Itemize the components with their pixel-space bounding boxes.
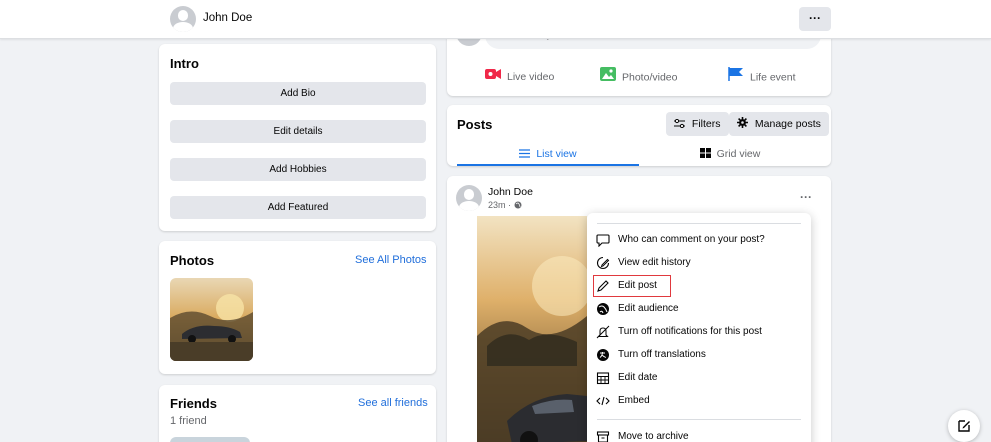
code-icon <box>596 394 610 408</box>
manage-posts-button[interactable]: Manage posts <box>729 112 829 136</box>
menu-item-turn-off-notifications[interactable]: Turn off notifications for this post <box>595 321 801 343</box>
intro-title: Intro <box>170 56 199 71</box>
edit-details-button[interactable]: Edit details <box>170 120 426 143</box>
live-video-label: Live video <box>507 71 555 83</box>
filters-button[interactable]: Filters <box>666 112 729 136</box>
see-all-photos-link[interactable]: See All Photos <box>355 254 427 266</box>
profile-avatar[interactable] <box>170 6 196 32</box>
photo-thumbnail[interactable] <box>170 278 253 361</box>
filters-label: Filters <box>691 118 721 130</box>
post-author-avatar[interactable] <box>456 185 482 211</box>
menu-item-embed[interactable]: Embed <box>595 390 801 412</box>
posts-title: Posts <box>457 117 493 132</box>
post-options-menu: Who can comment on your post? View edit … <box>587 213 811 442</box>
manage-posts-label: Manage posts <box>754 118 821 130</box>
tab-grid-view-label: Grid view <box>716 148 761 160</box>
calendar-icon <box>596 371 610 385</box>
friend-thumbnail[interactable] <box>170 437 250 442</box>
menu-item-label: Who can comment on your post? <box>618 234 765 245</box>
translate-icon <box>596 348 610 362</box>
add-bio-button[interactable]: Add Bio <box>170 82 426 105</box>
menu-item-label: Embed <box>618 395 650 406</box>
edit-history-icon <box>596 256 610 270</box>
menu-item-who-can-comment[interactable]: Who can comment on your post? <box>595 229 801 251</box>
friend-count: 1 friend <box>170 415 207 427</box>
archive-icon <box>596 430 610 442</box>
photos-title: Photos <box>170 253 215 268</box>
menu-item-turn-off-translations[interactable]: Turn off translations <box>595 344 801 366</box>
menu-item-label: View edit history <box>618 257 691 268</box>
tab-grid-view[interactable]: Grid view <box>639 142 821 166</box>
new-message-button[interactable] <box>948 410 980 442</box>
menu-item-edit-audience[interactable]: Edit audience <box>595 298 801 320</box>
menu-item-edit-date[interactable]: Edit date <box>595 367 801 389</box>
profile-name[interactable]: John Doe <box>203 12 252 24</box>
user-icon <box>170 6 196 32</box>
menu-item-view-edit-history[interactable]: View edit history <box>595 252 801 274</box>
profile-top-bar: John Doe ··· <box>0 0 991 39</box>
comment-icon <box>596 233 610 248</box>
friends-title: Friends <box>170 396 217 411</box>
profile-more-button[interactable]: ··· <box>799 7 831 31</box>
life-event-label: Life event <box>750 71 796 84</box>
user-icon <box>456 185 482 211</box>
menu-divider <box>597 419 801 420</box>
photo-video-icon <box>600 67 616 88</box>
post-timestamp[interactable]: 23m · <box>488 200 522 210</box>
compose-icon <box>948 420 980 442</box>
posts-header-card: Posts Filters Manage posts List view Gri… <box>447 105 831 166</box>
bell-off-icon <box>596 325 610 339</box>
flag-icon <box>728 67 744 88</box>
filters-icon <box>674 118 692 130</box>
add-featured-button[interactable]: Add Featured <box>170 196 426 219</box>
live-video-icon <box>485 67 501 87</box>
grid-icon <box>699 148 717 160</box>
life-event-button[interactable]: Life event <box>728 67 796 87</box>
post-time-label: 23m · <box>488 200 512 210</box>
photo-video-button[interactable]: Photo/video <box>600 67 677 87</box>
globe-icon <box>596 302 610 316</box>
add-hobbies-button[interactable]: Add Hobbies <box>170 158 426 181</box>
menu-item-label: Move to archive <box>618 431 689 442</box>
intro-card: Intro Add Bio Edit details Add Hobbies A… <box>159 44 436 231</box>
gear-icon <box>737 117 755 130</box>
live-video-button[interactable]: Live video <box>485 67 554 87</box>
photos-card: Photos See All Photos <box>159 241 436 374</box>
post-author-name[interactable]: John Doe <box>488 186 533 198</box>
post-photo[interactable] <box>477 216 587 442</box>
post-options-button[interactable]: ··· <box>800 190 812 204</box>
menu-item-label: Turn off translations <box>618 349 706 360</box>
tab-list-view-label: List view <box>536 148 577 160</box>
friends-card: Friends 1 friend See all friends <box>159 385 436 442</box>
menu-divider-top <box>597 223 801 224</box>
globe-icon <box>514 200 522 210</box>
menu-item-label: Turn off notifications for this post <box>618 326 762 337</box>
menu-item-label: Edit date <box>618 372 658 383</box>
menu-item-move-to-archive[interactable]: Move to archive <box>595 426 801 442</box>
edit-post-highlight <box>593 275 671 297</box>
list-icon <box>519 148 536 160</box>
see-all-friends-link[interactable]: See all friends <box>358 397 428 409</box>
tab-list-view[interactable]: List view <box>457 142 639 166</box>
photo-video-label: Photo/video <box>622 71 678 84</box>
menu-item-label: Edit audience <box>618 303 679 314</box>
